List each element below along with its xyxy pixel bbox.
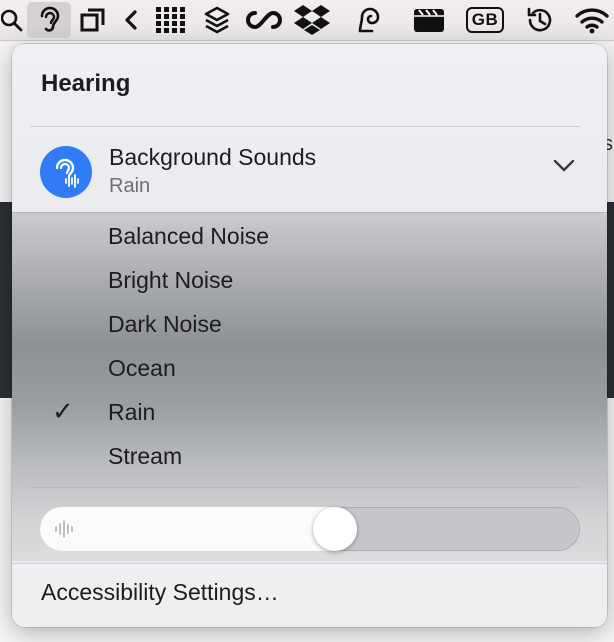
clapper-icon[interactable] bbox=[412, 2, 446, 38]
dropbox-icon[interactable] bbox=[292, 2, 332, 38]
hearing-waveform-icon bbox=[40, 146, 92, 198]
waveform-icon bbox=[54, 520, 76, 543]
checkmark-icon: ✓ bbox=[52, 396, 74, 426]
options-divider bbox=[30, 487, 580, 488]
background-sounds-current: Rain bbox=[109, 175, 151, 197]
option-ocean[interactable]: Ocean bbox=[108, 355, 176, 382]
option-bright-noise[interactable]: Bright Noise bbox=[108, 267, 233, 294]
option-dark-noise[interactable]: Dark Noise bbox=[108, 311, 222, 338]
hearing-icon[interactable] bbox=[27, 2, 71, 38]
menu-bar: GB bbox=[0, 0, 614, 41]
chevron-down-icon[interactable] bbox=[552, 158, 576, 179]
volume-slider-knob[interactable] bbox=[313, 507, 357, 551]
layers-icon[interactable] bbox=[200, 2, 234, 38]
accessibility-settings-label: Accessibility Settings… bbox=[41, 579, 279, 605]
infinity-icon[interactable] bbox=[244, 2, 284, 38]
volume-slider[interactable] bbox=[40, 507, 580, 551]
background-sounds-row[interactable]: Background Sounds Rain bbox=[12, 128, 607, 212]
chevron-left-icon[interactable] bbox=[120, 2, 142, 38]
input-source-icon[interactable]: GB bbox=[463, 2, 507, 38]
screen-mirror-icon[interactable] bbox=[78, 2, 108, 38]
background-sounds-title: Background Sounds bbox=[109, 144, 317, 170]
ear-swirl-icon[interactable] bbox=[352, 2, 386, 38]
wifi-icon[interactable] bbox=[574, 2, 610, 38]
option-balanced-noise[interactable]: Balanced Noise bbox=[108, 223, 269, 250]
popover-title: Hearing bbox=[41, 70, 131, 97]
option-rain[interactable]: Rain bbox=[108, 399, 155, 426]
hearing-popover: Hearing Background Sounds Rain Balanced … bbox=[12, 44, 607, 627]
input-source-label: GB bbox=[466, 7, 504, 33]
title-divider bbox=[30, 126, 580, 127]
time-machine-icon[interactable] bbox=[522, 2, 558, 38]
volume-slider-fill bbox=[40, 507, 335, 551]
accessibility-settings-item[interactable]: Accessibility Settings… bbox=[12, 563, 607, 627]
search-icon[interactable] bbox=[0, 2, 24, 38]
option-stream[interactable]: Stream bbox=[108, 443, 182, 470]
grid-icon[interactable] bbox=[153, 2, 189, 38]
